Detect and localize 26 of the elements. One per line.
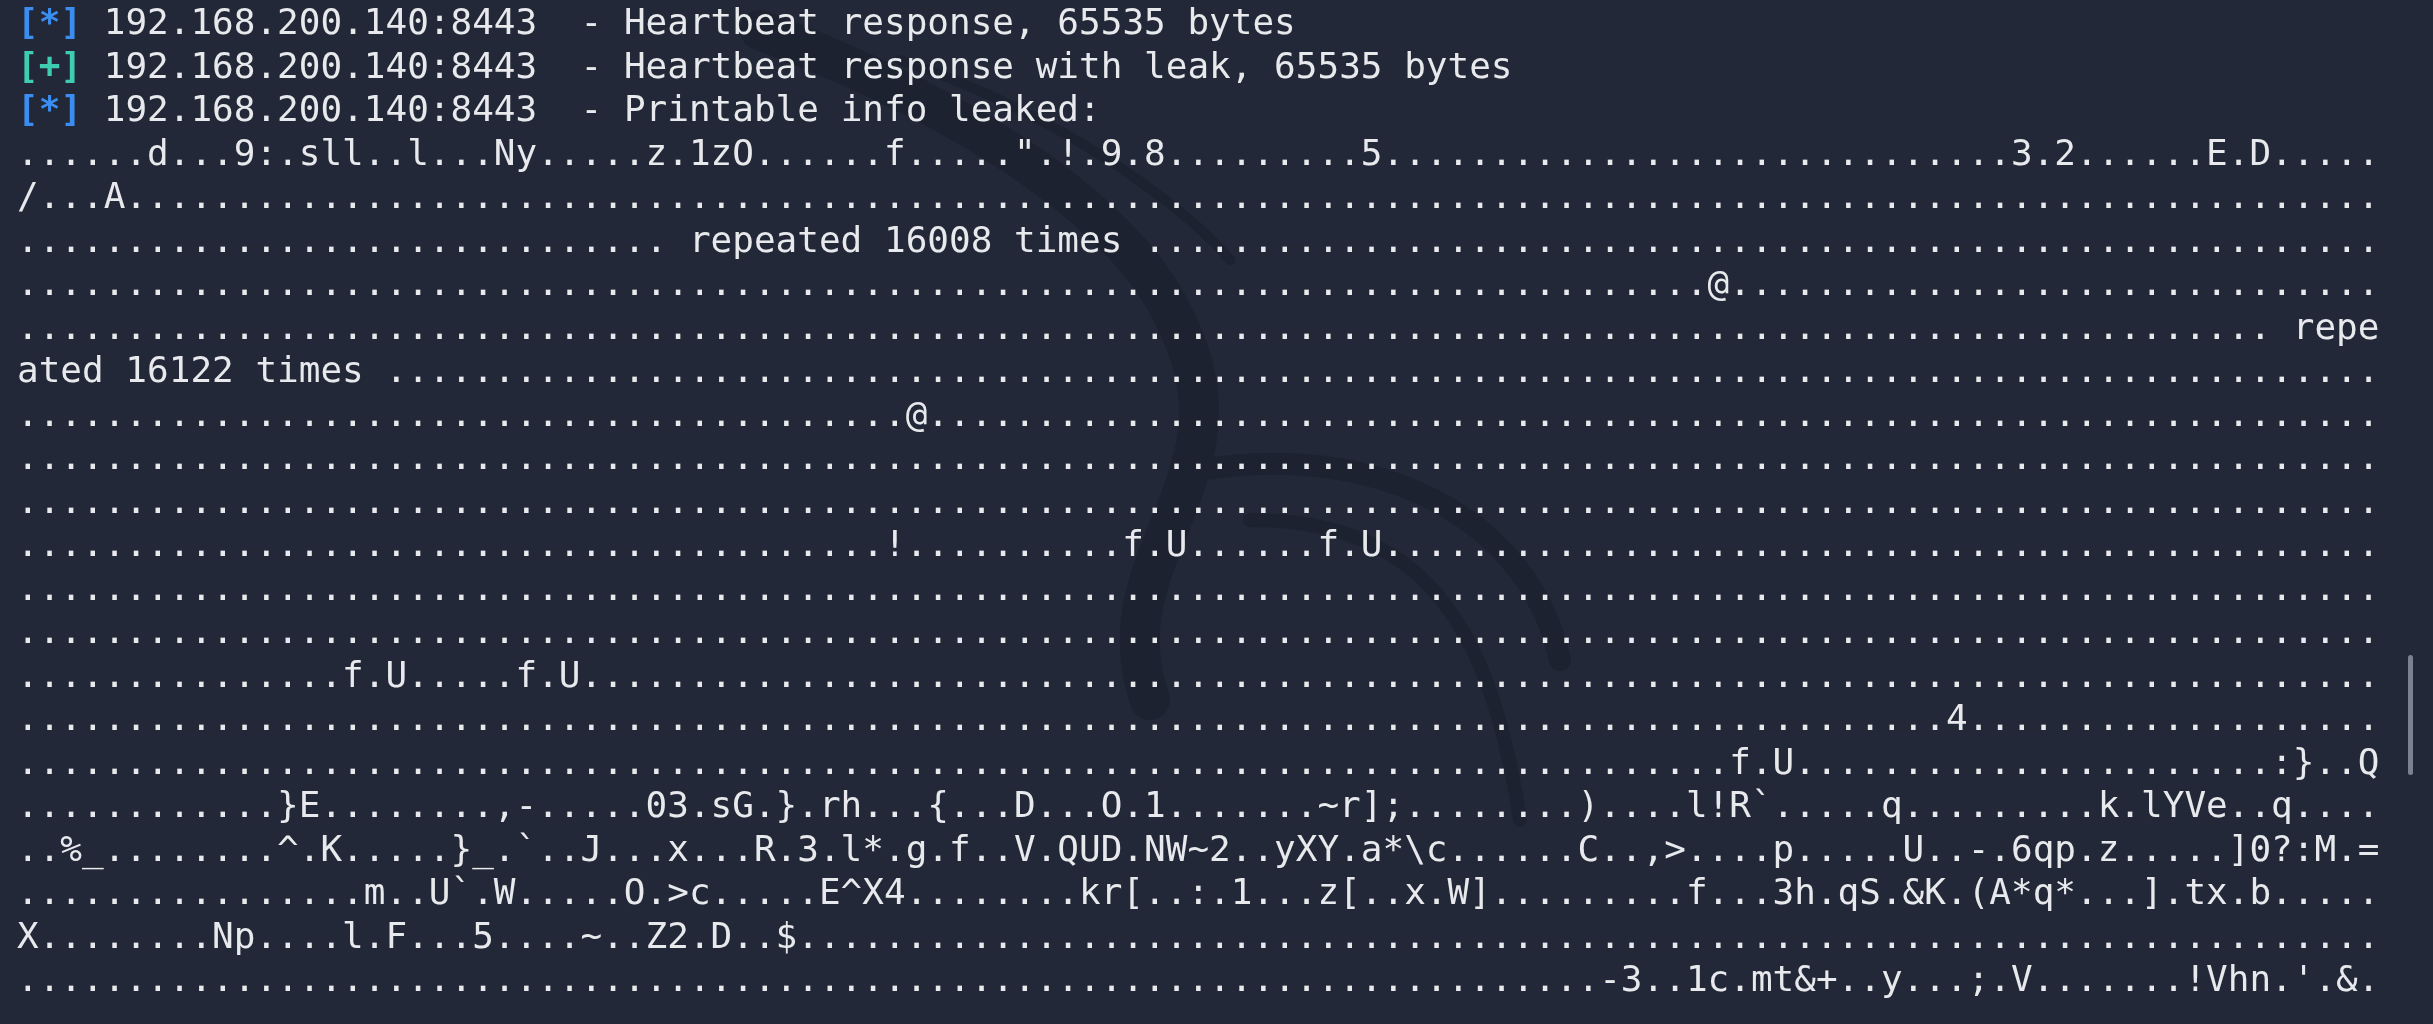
output-line: ...............f.U.....f.U................................................................................... bbox=[17, 652, 2380, 696]
output-line: ............................................................................................................. bbox=[17, 565, 2380, 609]
output-line: ............................................................................................................. bbox=[17, 435, 2380, 479]
output-line: ............................................................................................................. bbox=[17, 478, 2380, 522]
status-marker: [*] bbox=[17, 88, 83, 129]
output-line: .........................................................................................4................... bbox=[17, 696, 2380, 740]
output-line: .........................................................................-3..1c.mt&+..y...;.V.......!Vhn.'.&. bbox=[17, 957, 2380, 1001]
status-marker: [*] bbox=[17, 1, 83, 42]
status-text: 192.168.200.140:8443 - Printable info leaked: bbox=[103, 88, 1101, 129]
status-marker: [+] bbox=[17, 44, 83, 86]
output-line: ...............................................................................f.U......................:}..Q bbox=[17, 739, 2380, 783]
output-line: ......d...9:.sll..l...Ny.....z.1zO......f.....".!.9.8.........5.............................3.2......E.D..... bbox=[17, 130, 2380, 174]
status-text: 192.168.200.140:8443 - Heartbeat response, 65535 bytes bbox=[103, 1, 1296, 42]
output-line: ............................................................................................................. bbox=[17, 609, 2380, 653]
output-line: .............................. repeated 16008 times ......................................................... bbox=[17, 217, 2380, 261]
output-line: X........Np....l.F...5....~..Z2.D..$......................................................................... bbox=[17, 913, 2380, 957]
output-line: ........................................................................................................ repe bbox=[17, 304, 2380, 348]
status-text: 192.168.200.140:8443 - Heartbeat response with leak, 65535 bytes bbox=[103, 44, 1513, 86]
output-line: ........................................!..........f.U......f.U.............................................. bbox=[17, 522, 2380, 566]
output-line: .........................................@................................................................... bbox=[17, 391, 2380, 435]
output-line: ............}E........,-.....03.sG.}.rh...{...D...O.1.......~r];........)....l!R`.....q.........k.lYVe..q.... bbox=[17, 783, 2380, 827]
output-line: ..............................................................................@.............................. bbox=[17, 261, 2380, 305]
output-line: ated 16122 times ............................................................................................ bbox=[17, 348, 2380, 392]
output-line: ................m..U`.W.....O.>c.....E^X4........kr[..:.1...z[..x.W].........f...3h.qS.&K.(A*q*...].tx.b..... bbox=[17, 870, 2380, 914]
output-line: ..%_........^.K.....}_.`..J...x...R.3.l*.g.f..V.QUD.NW~2..yXY.a*\c......C..,>....p.....U..-.6qp.z.....]0?:M.= bbox=[17, 826, 2380, 870]
output-line: /...A........................................................................................................ bbox=[17, 174, 2380, 218]
